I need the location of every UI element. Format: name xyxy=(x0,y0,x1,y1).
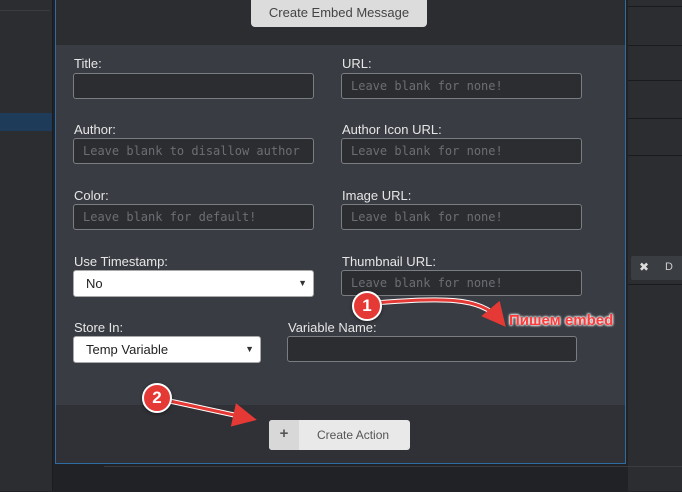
step-badge-1: 1 xyxy=(352,291,382,321)
annotation-note: Пишем embed xyxy=(509,312,614,329)
step-badge-2: 2 xyxy=(142,383,172,413)
annotation-arrows xyxy=(164,297,506,427)
